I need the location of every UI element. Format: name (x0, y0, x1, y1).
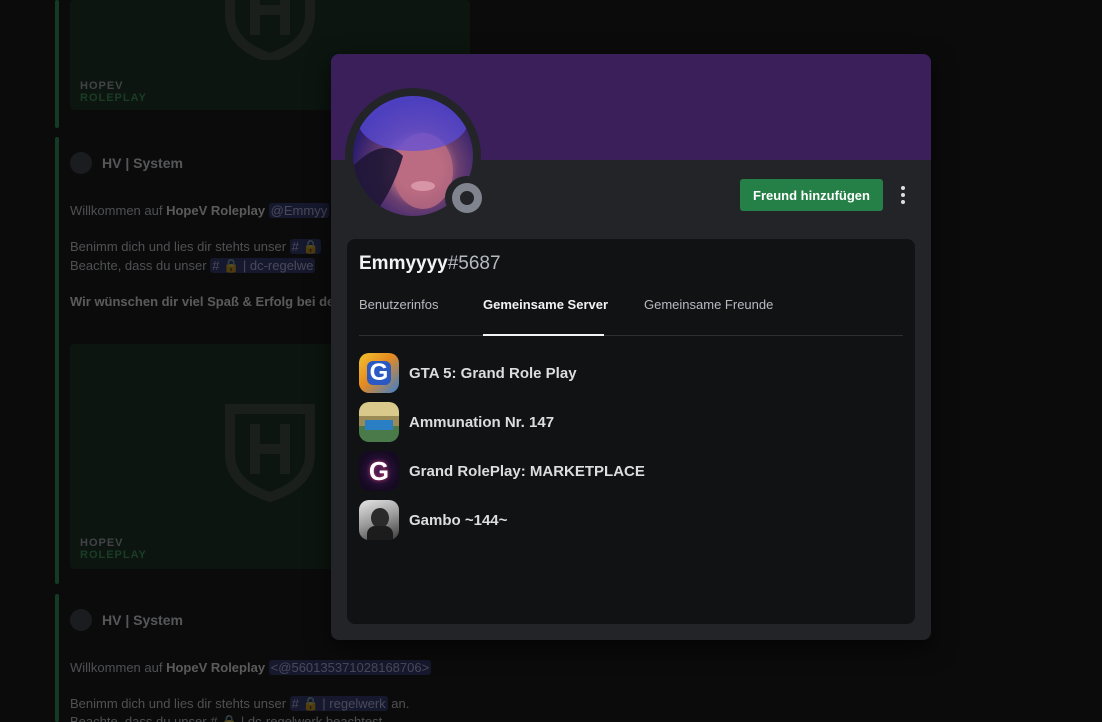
avatar[interactable] (70, 609, 92, 631)
gambo-icon (359, 500, 399, 540)
offline-status-icon (445, 176, 489, 220)
mutual-server-item[interactable]: Ammunation Nr. 147 (359, 402, 903, 442)
avatar-frame (345, 88, 489, 224)
embed-accent-bar (55, 594, 59, 722)
mutual-server-item[interactable]: G Grand RolePlay: MARKETPLACE (359, 451, 903, 491)
message-line: Wir wünschen dir viel Spaß & Erfolg bei … (70, 294, 335, 309)
discriminator: #5687 (447, 253, 501, 274)
channel-mention[interactable]: # 🔒 (289, 239, 321, 254)
message-header: HV | System (70, 152, 183, 174)
user-mention[interactable]: @Emmyy (268, 203, 330, 218)
channel-mention[interactable]: # 🔒 | regelwerk (289, 696, 388, 711)
tab-user-info[interactable]: Benutzerinfos (359, 297, 439, 336)
embed-brand: HOPEV ROLEPLAY (80, 537, 147, 561)
message-line: Willkommen auf HopeV Roleplay <@56013537… (70, 660, 432, 675)
embed-accent-bar (55, 0, 59, 128)
username: Emmyyyy#5687 (359, 253, 501, 274)
channel-mention[interactable]: # 🔒 | dc-regelwe (210, 258, 316, 273)
embed-brand: HOPEV ROLEPLAY (80, 80, 147, 104)
profile-tabs: Benutzerinfos Gemeinsame Server Gemeinsa… (359, 297, 903, 336)
server-name: Gambo ~144~ (409, 511, 508, 529)
message-header: HV | System (70, 609, 183, 631)
message-line: Beachte, dass du unser # 🔒 | dc-regelwer… (70, 714, 386, 722)
message-author[interactable]: HV | System (102, 155, 183, 171)
ammunation-icon (359, 402, 399, 442)
hv-logo-icon (225, 0, 315, 60)
server-name: Grand RolePlay: MARKETPLACE (409, 462, 645, 480)
message-line: Benimm dich und lies dir stehts unser # … (70, 239, 321, 254)
embed-accent-bar (55, 137, 59, 584)
server-name: GTA 5: Grand Role Play (409, 364, 577, 382)
more-vertical-icon[interactable] (893, 182, 913, 208)
hv-logo-icon (225, 404, 315, 503)
message-line: Benimm dich und lies dir stehts unser # … (70, 696, 410, 711)
message-author[interactable]: HV | System (102, 612, 183, 628)
user-mention[interactable]: <@560135371028168706> (268, 660, 432, 675)
profile-body: Emmyyyy#5687 Benutzerinfos Gemeinsame Se… (347, 239, 915, 624)
tab-mutual-servers[interactable]: Gemeinsame Server (483, 297, 608, 336)
tab-mutual-friends[interactable]: Gemeinsame Freunde (644, 297, 773, 336)
server-name: Ammunation Nr. 147 (409, 413, 555, 431)
add-friend-button[interactable]: Freund hinzufügen (740, 179, 883, 211)
grand-rp-icon: G (359, 353, 399, 393)
grand-rp-marketplace-icon: G (359, 451, 399, 491)
mutual-server-item[interactable]: G GTA 5: Grand Role Play (359, 353, 903, 393)
message-line: Willkommen auf HopeV Roleplay @Emmyy (70, 203, 330, 218)
mutual-server-item[interactable]: Gambo ~144~ (359, 500, 903, 540)
avatar[interactable] (70, 152, 92, 174)
message-line: Beachte, dass du unser # 🔒 | dc-regelwe (70, 258, 316, 273)
user-profile-modal: Freund hinzufügen Emmyyyy#5687 Benutzeri… (331, 54, 931, 640)
